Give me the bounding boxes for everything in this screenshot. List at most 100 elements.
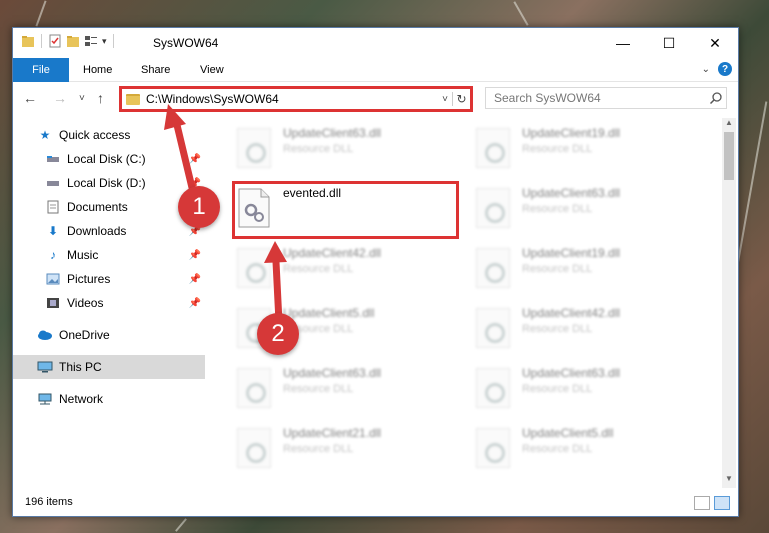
file-type: Resource DLL [522,143,593,155]
scroll-up-icon[interactable]: ▲ [722,118,736,132]
sidebar-item-music[interactable]: ♪ Music 📌 [13,243,205,267]
maximize-button[interactable]: ☐ [646,28,692,58]
details-view-icon[interactable] [694,496,710,510]
pin-icon[interactable]: 📌 [189,274,201,285]
sidebar-item-label: Network [59,392,104,406]
computer-icon [37,360,53,374]
dll-file-icon [476,188,510,228]
search-input[interactable]: Search SysWOW64 [494,91,706,105]
minimize-button[interactable]: — [600,28,646,58]
folder-icon[interactable] [21,34,35,48]
file-item[interactable]: UpdateClient19.dll Resource DLL [452,242,682,294]
music-icon: ♪ [50,248,56,262]
dll-file-icon [476,368,510,408]
scroll-down-icon[interactable]: ▼ [722,474,736,488]
drive-icon [45,152,61,166]
network-icon [37,392,53,406]
file-item[interactable]: UpdateClient63.dll Resource DLL [213,122,443,174]
title-bar: ▾ SysWOW64 — ☐ ✕ [13,28,738,58]
cloud-icon [37,328,53,342]
customize-view-icon[interactable] [84,34,98,48]
properties-icon[interactable] [48,34,62,48]
explorer-window: ▾ SysWOW64 — ☐ ✕ File Home Share View ⌄ … [12,27,739,517]
sidebar-item-local-disk-c[interactable]: Local Disk (C:) 📌 [13,147,205,171]
file-type: Resource DLL [522,203,593,215]
help-icon[interactable]: ? [718,62,732,76]
file-item[interactable]: UpdateClient21.dll Resource DLL [213,422,443,474]
videos-icon [45,296,61,310]
file-item[interactable]: UpdateClient63.dll Resource DLL [452,182,682,234]
vertical-scrollbar[interactable]: ▲ ▼ [722,118,736,488]
tab-share[interactable]: Share [141,58,170,82]
sidebar-item-label: OneDrive [59,328,110,342]
tab-file[interactable]: File [13,58,69,82]
pictures-icon [45,272,61,286]
step-1-badge: 1 [178,186,220,228]
file-name: UpdateClient5.dll [522,426,614,440]
dll-file-icon [476,428,510,468]
file-item[interactable]: UpdateClient63.dll Resource DLL [213,362,443,414]
sidebar-item-this-pc[interactable]: This PC [13,355,205,379]
dll-file-icon [237,128,271,168]
refresh-button[interactable]: ↻ [452,92,470,106]
dll-file-icon [476,248,510,288]
file-type: Resource DLL [283,383,354,395]
up-button[interactable]: ↑ [97,90,104,106]
address-dropdown-icon[interactable]: ˅ [438,94,452,105]
sidebar-item-downloads[interactable]: ⬇ Downloads 📌 [13,219,205,243]
file-item[interactable]: UpdateClient42.dll Resource DLL [213,242,443,294]
sidebar-item-documents[interactable]: Documents 📌 [13,195,205,219]
large-icons-view-icon[interactable] [714,496,730,510]
file-name: UpdateClient21.dll [283,426,382,440]
sidebar-item-quick-access[interactable]: ★ Quick access [13,123,205,147]
sidebar-item-videos[interactable]: Videos 📌 [13,291,205,315]
toolbar-dropdown-icon[interactable]: ▾ [102,36,107,47]
file-type: Resource DLL [283,143,354,155]
expand-ribbon-icon[interactable]: ⌄ [702,64,710,75]
search-box[interactable]: Search SysWOW64 [485,87,727,109]
status-bar: 196 items [13,488,738,516]
sidebar-item-pictures[interactable]: Pictures 📌 [13,267,205,291]
file-name: UpdateClient63.dll [283,126,382,140]
sidebar-item-local-disk-d[interactable]: Local Disk (D:) 📌 [13,171,205,195]
toolbar-separator [41,34,42,48]
star-icon: ★ [39,128,51,142]
search-icon[interactable] [706,91,726,105]
sidebar-item-onedrive[interactable]: OneDrive [13,323,205,347]
back-button[interactable]: ← [23,90,37,106]
close-button[interactable]: ✕ [692,28,738,58]
new-folder-icon[interactable] [66,34,80,48]
forward-button[interactable]: → [53,90,67,106]
navigation-bar: ← → ˅ ↑ C:\Windows\SysWOW64 ˅ ↻ Search S… [13,84,738,114]
file-item[interactable]: UpdateClient42.dll Resource DLL [452,302,682,354]
file-item[interactable]: UpdateClient19.dll Resource DLL [452,122,682,174]
sidebar-item-network[interactable]: Network [13,387,205,411]
file-item[interactable]: UpdateClient63.dll Resource DLL [452,362,682,414]
recent-locations-button[interactable]: ˅ [79,93,85,104]
tab-home[interactable]: Home [83,58,112,82]
file-type: Resource DLL [283,263,354,275]
address-path[interactable]: C:\Windows\SysWOW64 [146,92,438,106]
file-name: UpdateClient5.dll [283,306,375,320]
file-type: Resource DLL [522,263,593,275]
address-bar[interactable]: C:\Windows\SysWOW64 ˅ ↻ [119,86,473,112]
dll-file-icon [237,428,271,468]
item-count: 196 items [25,496,73,508]
dll-file-icon [476,128,510,168]
file-type: Resource DLL [283,443,354,455]
file-item[interactable]: UpdateClient5.dll Resource DLL [213,302,443,354]
documents-icon [45,200,61,214]
sidebar-item-label: Documents [67,200,128,214]
dll-file-icon [476,308,510,348]
file-item[interactable]: UpdateClient5.dll Resource DLL [452,422,682,474]
pin-icon[interactable]: 📌 [189,154,201,165]
pin-icon[interactable]: 📌 [189,250,201,261]
navigation-pane: ★ Quick access Local Disk (C:) 📌 Local D… [13,118,205,488]
tab-view[interactable]: View [200,58,224,82]
dll-file-icon [237,248,271,288]
scroll-thumb[interactable] [724,132,734,180]
sidebar-item-label: Music [67,248,99,262]
file-name: UpdateClient63.dll [522,366,621,380]
file-name: UpdateClient42.dll [522,306,621,320]
pin-icon[interactable]: 📌 [189,298,201,309]
